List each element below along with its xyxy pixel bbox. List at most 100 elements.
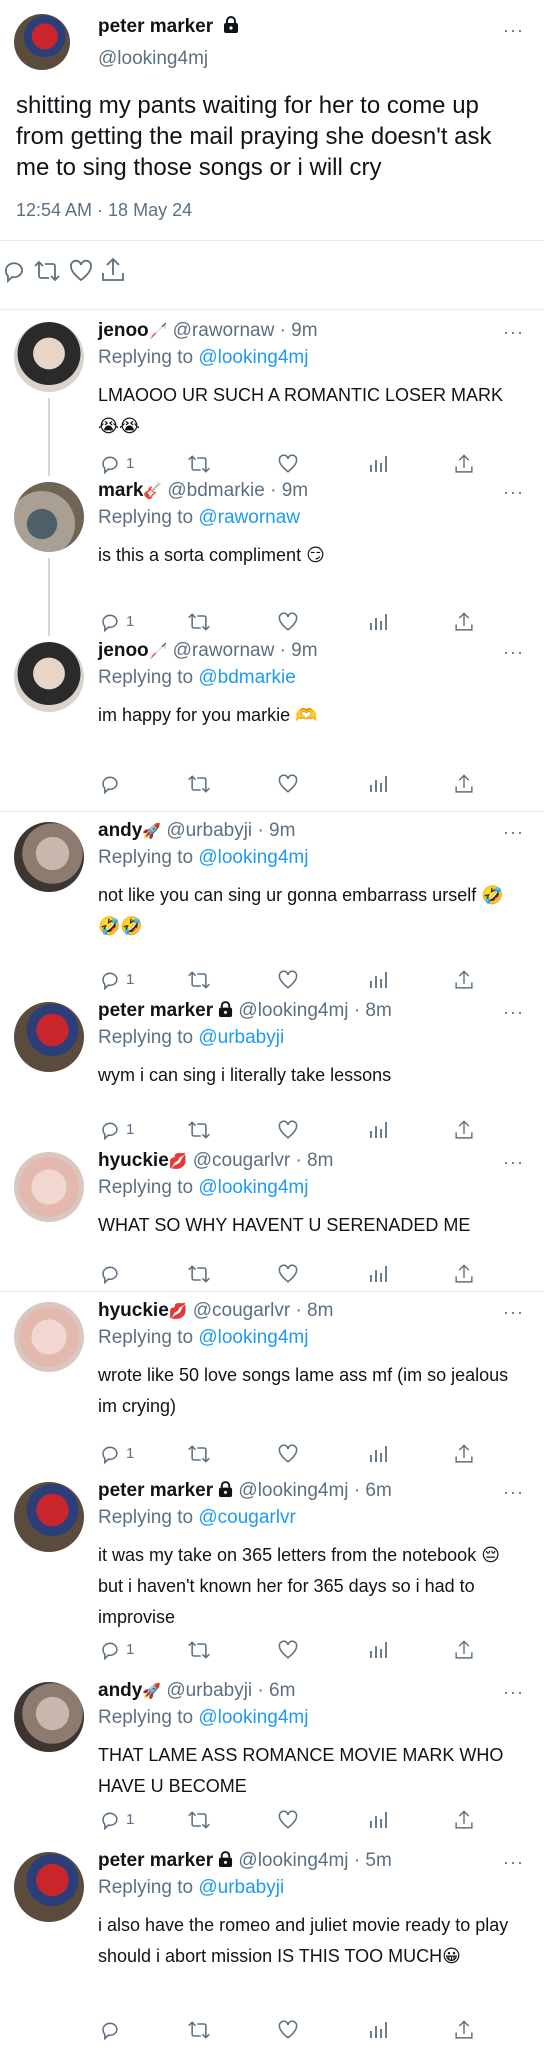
analytics-icon[interactable]	[368, 2018, 390, 2047]
heart-icon[interactable]	[276, 772, 300, 801]
replying-to-handle[interactable]: @looking4mj	[198, 1707, 308, 1728]
author-handle[interactable]: @urbabyji	[166, 1680, 252, 1701]
author-handle[interactable]: @rawornaw	[173, 640, 275, 661]
avatar[interactable]	[14, 1482, 84, 1552]
avatar[interactable]	[14, 822, 84, 892]
more-icon[interactable]: ···	[503, 482, 524, 503]
author-name[interactable]: jenoo	[98, 640, 149, 661]
author-handle[interactable]: @cougarlvr	[193, 1150, 290, 1171]
reply-time[interactable]: · 9m	[280, 640, 318, 661]
retweet-icon[interactable]	[186, 1638, 212, 1667]
share-icon[interactable]	[453, 772, 475, 801]
author-handle[interactable]: @bdmarkie	[167, 480, 264, 501]
replying-to-handle[interactable]: @bdmarkie	[198, 667, 295, 688]
avatar[interactable]	[14, 1682, 84, 1752]
tweet-timestamp[interactable]: 12:54 AM · 18 May 24	[16, 200, 192, 221]
avatar[interactable]	[14, 482, 84, 552]
share-icon[interactable]	[453, 1638, 475, 1667]
reply-time[interactable]: · 8m	[295, 1300, 333, 1321]
more-icon[interactable]: ···	[503, 1302, 524, 1323]
reply-tweet[interactable]: hyuckie💋 @cougarlvr · 8m ··· Replying to @…	[0, 1292, 544, 1472]
author-name[interactable]: peter marker	[98, 1000, 213, 1021]
replying-to-handle[interactable]: @urbabyji	[198, 1877, 284, 1898]
more-icon[interactable]: ···	[503, 642, 524, 663]
share-icon[interactable]	[453, 1262, 475, 1291]
reply-time[interactable]: · 5m	[354, 1850, 392, 1871]
reply-icon[interactable]	[98, 1638, 122, 1667]
avatar[interactable]	[14, 322, 84, 392]
heart-icon[interactable]	[276, 1442, 300, 1471]
more-icon[interactable]: ···	[503, 1002, 524, 1023]
analytics-icon[interactable]	[368, 1262, 390, 1291]
reply-icon[interactable]	[98, 772, 122, 801]
avatar[interactable]	[14, 14, 70, 70]
replying-to-handle[interactable]: @looking4mj	[198, 347, 308, 368]
reply-icon[interactable]	[98, 1808, 122, 1837]
author-name[interactable]: hyuckie	[98, 1150, 169, 1171]
heart-icon[interactable]	[276, 2018, 300, 2047]
reply-time[interactable]: · 8m	[354, 1000, 392, 1021]
author-handle[interactable]: @rawornaw	[173, 320, 275, 341]
heart-icon[interactable]	[276, 1262, 300, 1291]
more-icon[interactable]: ···	[503, 20, 524, 41]
author-handle[interactable]: @looking4mj	[238, 1000, 348, 1021]
author-name[interactable]: andy	[98, 820, 142, 841]
avatar[interactable]	[14, 1852, 84, 1922]
reply-tweet[interactable]: mark🎸 @bdmarkie · 9m ··· Replying to @rawo…	[0, 472, 544, 636]
reply-tweet[interactable]: peter marker @looking4mj · 6m ··· Replying…	[0, 1472, 544, 1672]
reply-tweet[interactable]: peter marker @looking4mj · 8m ··· Replying…	[0, 992, 544, 1142]
author-handle[interactable]: @urbabyji	[166, 820, 252, 841]
more-icon[interactable]: ···	[503, 1482, 524, 1503]
reply-tweet[interactable]: jenoo🦯 @rawornaw · 9m ··· Replying to @loo…	[0, 312, 544, 476]
replying-to-handle[interactable]: @cougarlvr	[198, 1507, 295, 1528]
reply-time[interactable]: · 9m	[280, 320, 318, 341]
avatar[interactable]	[14, 642, 84, 712]
reply-tweet[interactable]: andy🚀 @urbabyji · 6m ··· Replying to @look…	[0, 1672, 544, 1842]
analytics-icon[interactable]	[368, 1638, 390, 1667]
share-icon[interactable]	[99, 255, 127, 285]
author-handle[interactable]: @cougarlvr	[193, 1300, 290, 1321]
replying-to-handle[interactable]: @looking4mj	[198, 1327, 308, 1348]
reply-time[interactable]: · 9m	[270, 480, 308, 501]
reply-tweet[interactable]: peter marker @looking4mj · 5m ··· Replying…	[0, 1842, 544, 2048]
reply-tweet[interactable]: andy🚀 @urbabyji · 9m ··· Replying to @look…	[0, 812, 544, 992]
reply-time[interactable]: · 9m	[257, 820, 295, 841]
retweet-icon[interactable]	[186, 1808, 212, 1837]
replying-to-handle[interactable]: @looking4mj	[198, 1177, 308, 1198]
more-icon[interactable]: ···	[503, 1852, 524, 1873]
replying-to-handle[interactable]: @rawornaw	[198, 507, 300, 528]
author-name[interactable]: jenoo	[98, 320, 149, 341]
retweet-icon[interactable]	[186, 2018, 212, 2047]
reply-icon[interactable]	[98, 1262, 122, 1291]
heart-icon[interactable]	[67, 257, 95, 285]
author-name[interactable]: peter marker	[98, 1480, 213, 1501]
more-icon[interactable]: ···	[503, 322, 524, 343]
reply-time[interactable]: · 6m	[354, 1480, 392, 1501]
heart-icon[interactable]	[276, 1808, 300, 1837]
more-icon[interactable]: ···	[503, 1682, 524, 1703]
more-icon[interactable]: ···	[503, 822, 524, 843]
author-handle[interactable]: @looking4mj	[238, 1850, 348, 1871]
share-icon[interactable]	[453, 2018, 475, 2047]
reply-icon[interactable]	[98, 2018, 122, 2047]
reply-time[interactable]: · 8m	[295, 1150, 333, 1171]
author-name[interactable]: peter marker	[98, 1850, 213, 1871]
replying-to-handle[interactable]: @looking4mj	[198, 847, 308, 868]
share-icon[interactable]	[453, 1442, 475, 1471]
reply-icon[interactable]	[0, 257, 28, 285]
replying-to-handle[interactable]: @urbabyji	[198, 1027, 284, 1048]
more-icon[interactable]: ···	[503, 1152, 524, 1173]
author-handle[interactable]: @looking4mj	[238, 1480, 348, 1501]
author-name[interactable]: hyuckie	[98, 1300, 169, 1321]
author-name[interactable]: mark	[98, 480, 143, 501]
author-handle[interactable]: @looking4mj	[98, 48, 208, 70]
analytics-icon[interactable]	[368, 1442, 390, 1471]
reply-tweet[interactable]: hyuckie💋 @cougarlvr · 8m ··· Replying to @…	[0, 1142, 544, 1292]
retweet-icon[interactable]	[186, 772, 212, 801]
avatar[interactable]	[14, 1302, 84, 1372]
avatar[interactable]	[14, 1152, 84, 1222]
author-name[interactable]: peter marker	[98, 16, 213, 37]
author-name[interactable]: andy	[98, 1680, 142, 1701]
avatar[interactable]	[14, 1002, 84, 1072]
retweet-icon[interactable]	[186, 1262, 212, 1291]
